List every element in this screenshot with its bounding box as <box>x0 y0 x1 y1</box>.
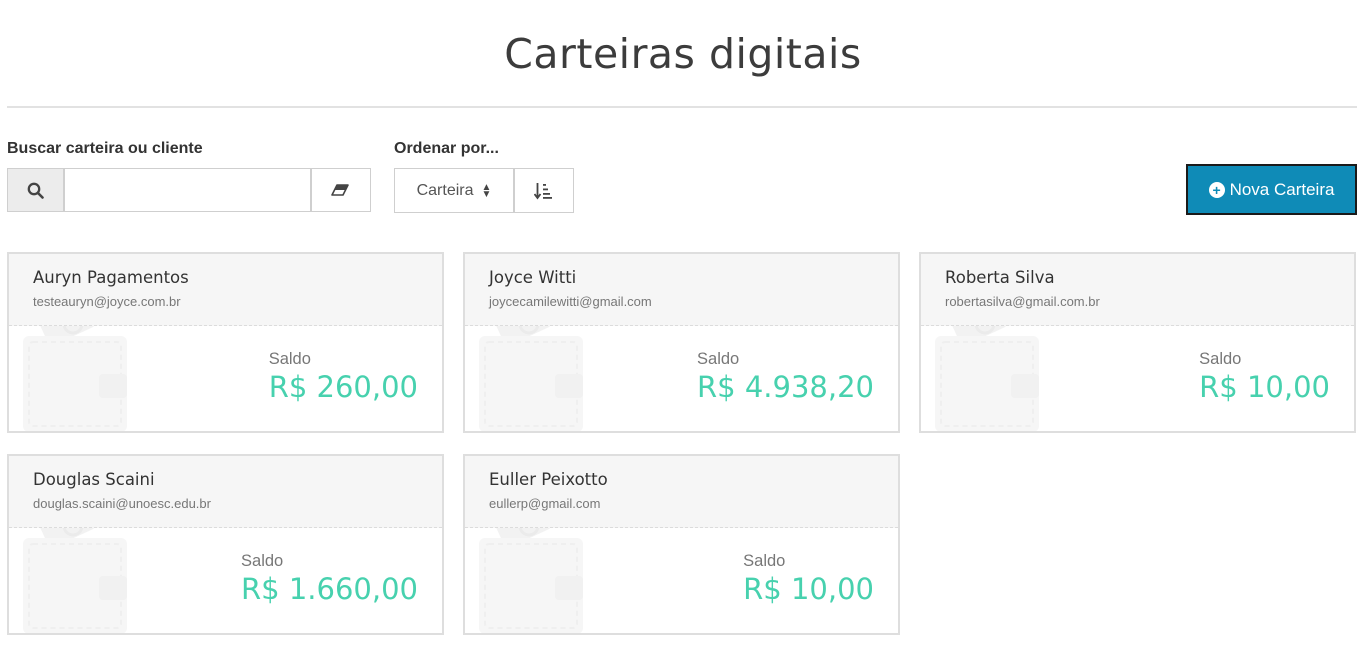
wallet-owner-email: joycecamilewitti@gmail.com <box>489 294 652 309</box>
balance-value: R$ 4.938,20 <box>697 370 874 404</box>
wallet-owner-email: eullerp@gmail.com <box>489 496 601 511</box>
new-wallet-label: Nova Carteira <box>1229 179 1335 199</box>
wallet-owner-name: Joyce Witti <box>489 268 577 287</box>
balance-label: Saldo <box>697 350 740 368</box>
balance-value: R$ 1.660,00 <box>241 572 418 606</box>
wallet-owner-email: robertasilva@gmail.com.br <box>945 294 1100 309</box>
wallet-owner-name: Euller Peixotto <box>489 470 608 489</box>
page-title: Carteiras digitais <box>504 30 862 78</box>
sort-amount-icon <box>534 182 552 199</box>
search-icon[interactable] <box>8 169 65 211</box>
balance-label: Saldo <box>241 552 284 570</box>
search-group <box>7 168 371 212</box>
plus-circle-icon: + <box>1208 181 1225 198</box>
order-selected-value: Carteira <box>416 181 474 199</box>
eraser-icon <box>331 184 349 196</box>
wallet-owner-name: Auryn Pagamentos <box>33 268 189 287</box>
wallet-card[interactable]: Auryn Pagamentos testeauryn@joyce.com.br… <box>7 252 444 433</box>
wallet-owner-name: Douglas Scaini <box>33 470 155 489</box>
order-select[interactable]: Carteira ▲ ▼ <box>395 169 515 212</box>
wallet-card[interactable]: Douglas Scaini douglas.scaini@unoesc.edu… <box>7 454 444 635</box>
order-group: Carteira ▲ ▼ <box>394 168 574 213</box>
title-divider <box>7 106 1357 108</box>
balance-value: R$ 260,00 <box>268 370 418 404</box>
new-wallet-button[interactable]: + Nova Carteira <box>1186 164 1357 215</box>
balance-label: Saldo <box>1199 350 1242 368</box>
balance-label: Saldo <box>743 552 786 570</box>
search-input[interactable] <box>65 169 310 211</box>
order-label: Ordenar por... <box>394 140 499 157</box>
wallet-card[interactable]: Joyce Witti joycecamilewitti@gmail.com S… <box>463 252 900 433</box>
wallet-owner-name: Roberta Silva <box>945 268 1055 287</box>
wallet-card[interactable]: Euller Peixotto eullerp@gmail.com Saldo … <box>463 454 900 635</box>
select-caret-icon: ▲ ▼ <box>481 181 492 200</box>
balance-value: R$ 10,00 <box>743 572 874 606</box>
balance-value: R$ 10,00 <box>1199 370 1330 404</box>
wallet-owner-email: testeauryn@joyce.com.br <box>33 294 181 309</box>
wallet-owner-email: douglas.scaini@unoesc.edu.br <box>33 496 211 511</box>
sort-direction-button[interactable] <box>515 169 573 212</box>
wallet-card[interactable]: Roberta Silva robertasilva@gmail.com.br … <box>919 252 1356 433</box>
search-label: Buscar carteira ou cliente <box>7 140 203 157</box>
balance-label: Saldo <box>268 350 311 368</box>
clear-search-button[interactable] <box>310 169 370 211</box>
